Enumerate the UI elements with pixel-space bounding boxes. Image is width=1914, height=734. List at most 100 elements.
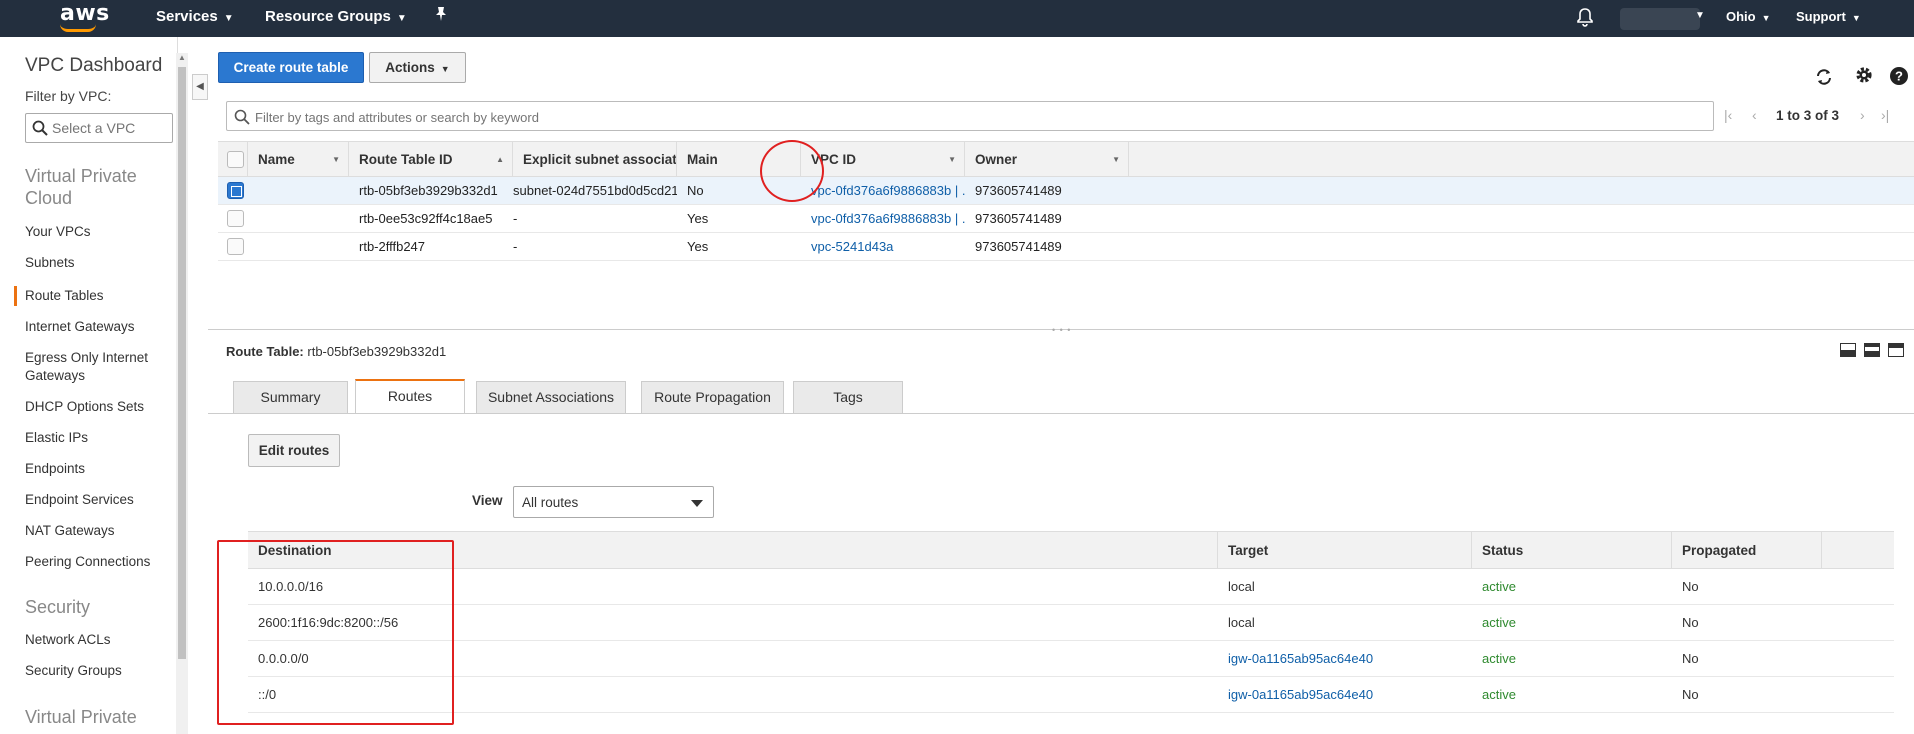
column-header-propagated[interactable]: Propagated bbox=[1672, 532, 1822, 569]
sidebar-item-egress-only-internet-gateways[interactable]: Egress Only Internet Gateways bbox=[25, 349, 175, 385]
pagination-text: 1 to 3 of 3 bbox=[1776, 108, 1840, 123]
sidebar-scrollbar[interactable]: ▲ bbox=[176, 53, 188, 734]
cell-target-link[interactable]: igw-0a1165ab95ac64e40 bbox=[1218, 677, 1373, 713]
annotation-box bbox=[217, 540, 454, 725]
row-checkbox[interactable] bbox=[227, 182, 244, 199]
sidebar-item-elastic-ips[interactable]: Elastic IPs bbox=[25, 429, 175, 447]
sidebar-item-endpoints[interactable]: Endpoints bbox=[25, 460, 175, 478]
vpc-filter-select[interactable] bbox=[25, 113, 173, 143]
column-header-owner[interactable]: Owner ▼ bbox=[965, 142, 1129, 177]
help-icon[interactable]: ? bbox=[1889, 66, 1909, 86]
aws-logo[interactable]: aws bbox=[60, 1, 110, 26]
cell-vpc-id-link[interactable]: vpc-0fd376a6f9886883b | ... bbox=[801, 177, 965, 205]
vpc-filter-input[interactable] bbox=[52, 119, 170, 137]
column-header-name[interactable]: Name ▼ bbox=[248, 142, 349, 177]
region-label: Ohio bbox=[1726, 9, 1756, 24]
pin-icon[interactable] bbox=[434, 6, 448, 27]
sort-icon: ▼ bbox=[332, 155, 340, 164]
route-table-filter[interactable] bbox=[226, 101, 1714, 131]
detail-title: Route Table: rtb-05bf3eb3929b332d1 bbox=[226, 344, 446, 359]
column-label: Route Table ID bbox=[359, 152, 453, 167]
column-header-target[interactable]: Target bbox=[1218, 532, 1472, 569]
sidebar-item-your-vpcs[interactable]: Your VPCs bbox=[25, 223, 175, 241]
refresh-icon[interactable] bbox=[1814, 67, 1834, 87]
services-menu[interactable]: Services ▼ bbox=[156, 8, 234, 25]
aws-logo-smile bbox=[60, 24, 96, 32]
chevron-down-icon: ▼ bbox=[396, 13, 407, 24]
section-virtual-private-cloud: Virtual Private Cloud bbox=[25, 166, 137, 208]
region-menu[interactable]: Ohio ▼ bbox=[1726, 9, 1771, 24]
layout-split-pane-icon[interactable] bbox=[1864, 343, 1880, 357]
route-table-search-input[interactable] bbox=[255, 108, 1695, 126]
scroll-up-arrow-icon[interactable]: ▲ bbox=[178, 53, 186, 62]
column-header-explicit-subnet-association[interactable]: Explicit subnet association bbox=[513, 142, 677, 177]
create-route-table-button[interactable]: Create route table bbox=[218, 52, 364, 83]
row-checkbox[interactable] bbox=[227, 238, 244, 255]
chevron-down-icon: ▼ bbox=[1761, 13, 1771, 23]
sidebar-item-subnets[interactable]: Subnets bbox=[25, 254, 175, 272]
support-menu[interactable]: Support ▼ bbox=[1796, 9, 1861, 24]
sidebar-item-peering-connections[interactable]: Peering Connections bbox=[25, 553, 175, 571]
actions-dropdown-button[interactable]: Actions ▼ bbox=[369, 52, 466, 83]
pane-splitter[interactable]: • • • bbox=[208, 325, 1914, 335]
sort-ascending-icon: ▲ bbox=[496, 155, 504, 164]
resource-groups-menu[interactable]: Resource Groups ▼ bbox=[265, 8, 407, 25]
view-select[interactable]: All routes bbox=[513, 486, 714, 518]
layout-bottom-pane-icon[interactable] bbox=[1840, 343, 1856, 357]
first-page-icon[interactable]: |‹ bbox=[1724, 107, 1732, 123]
cell-subnet-association: - bbox=[513, 211, 518, 226]
sidebar-item-network-acls[interactable]: Network ACLs bbox=[25, 631, 175, 649]
edit-routes-button[interactable]: Edit routes bbox=[248, 434, 340, 467]
next-page-icon[interactable]: › bbox=[1860, 107, 1865, 123]
annotation-circle bbox=[760, 140, 824, 202]
cell-name bbox=[248, 177, 349, 205]
cell-main: Yes bbox=[687, 239, 709, 254]
table-row[interactable]: rtb-05bf3eb3929b332d1 subnet-024d7551bd0… bbox=[218, 177, 1914, 205]
cell-status: active bbox=[1482, 687, 1516, 702]
cell-vpc-id-link[interactable]: vpc-0fd376a6f9886883b | ... bbox=[801, 205, 965, 233]
last-page-icon[interactable]: ›| bbox=[1881, 107, 1889, 123]
layout-full-pane-icon[interactable] bbox=[1888, 343, 1904, 357]
sidebar-scrollbar-thumb[interactable] bbox=[178, 67, 186, 659]
tab-routes[interactable]: Routes bbox=[355, 379, 465, 413]
tab-subnet-associations[interactable]: Subnet Associations bbox=[476, 381, 626, 413]
cell-propagated: No bbox=[1682, 615, 1699, 630]
sidebar-item-internet-gateways[interactable]: Internet Gateways bbox=[25, 318, 175, 336]
sidebar-item-endpoint-services[interactable]: Endpoint Services bbox=[25, 491, 175, 509]
previous-page-icon[interactable]: ‹ bbox=[1752, 107, 1757, 123]
drag-handle-icon[interactable]: • • • bbox=[1052, 325, 1071, 335]
sidebar-item-route-tables[interactable]: Route Tables bbox=[25, 287, 175, 305]
search-icon bbox=[32, 120, 48, 136]
gear-icon[interactable] bbox=[1854, 65, 1874, 85]
cell-vpc-id-link[interactable]: vpc-5241d43a bbox=[801, 233, 965, 261]
column-label: Name bbox=[258, 152, 295, 167]
sidebar-item-dhcp-options-sets[interactable]: DHCP Options Sets bbox=[25, 398, 175, 416]
route-tables-header: Name ▼ Route Table ID ▲ Explicit subnet as… bbox=[218, 141, 1914, 177]
select-all-checkbox[interactable] bbox=[227, 151, 244, 168]
row-checkbox[interactable] bbox=[227, 210, 244, 227]
chevron-down-icon: ▼ bbox=[440, 64, 450, 74]
sidebar-item-security-groups[interactable]: Security Groups bbox=[25, 662, 175, 680]
cell-propagated: No bbox=[1682, 579, 1699, 594]
column-header-route-table-id[interactable]: Route Table ID ▲ bbox=[349, 142, 513, 177]
table-row[interactable]: rtb-2fffb247 - Yes vpc-5241d43a 97360574… bbox=[218, 233, 1914, 261]
table-row[interactable]: rtb-0ee53c92ff4c18ae5 - Yes vpc-0fd376a6… bbox=[218, 205, 1914, 233]
column-header-vpc-id[interactable]: VPC ID ▼ bbox=[801, 142, 965, 177]
layout-fill bbox=[1841, 350, 1855, 356]
collapse-sidebar-button[interactable]: ◀ bbox=[192, 74, 208, 100]
tab-route-propagation[interactable]: Route Propagation bbox=[641, 381, 784, 413]
column-header-status[interactable]: Status bbox=[1472, 532, 1672, 569]
tab-tags[interactable]: Tags bbox=[793, 381, 903, 413]
cell-name bbox=[248, 233, 349, 261]
cell-target-link[interactable]: igw-0a1165ab95ac64e40 bbox=[1218, 641, 1373, 677]
cell-owner: 973605741489 bbox=[975, 183, 1062, 198]
detail-route-table-id: rtb-05bf3eb3929b332d1 bbox=[307, 344, 447, 359]
chevron-down-icon: ▼ bbox=[1851, 13, 1861, 23]
vpc-dashboard-link[interactable]: VPC Dashboard bbox=[25, 55, 162, 77]
section-security: Security bbox=[25, 597, 91, 617]
bell-icon[interactable] bbox=[1576, 7, 1594, 27]
account-menu-redacted[interactable] bbox=[1620, 8, 1700, 30]
dropdown-arrow-icon bbox=[691, 500, 703, 507]
sidebar-item-nat-gateways[interactable]: NAT Gateways bbox=[25, 522, 175, 540]
tab-summary[interactable]: Summary bbox=[233, 381, 348, 413]
